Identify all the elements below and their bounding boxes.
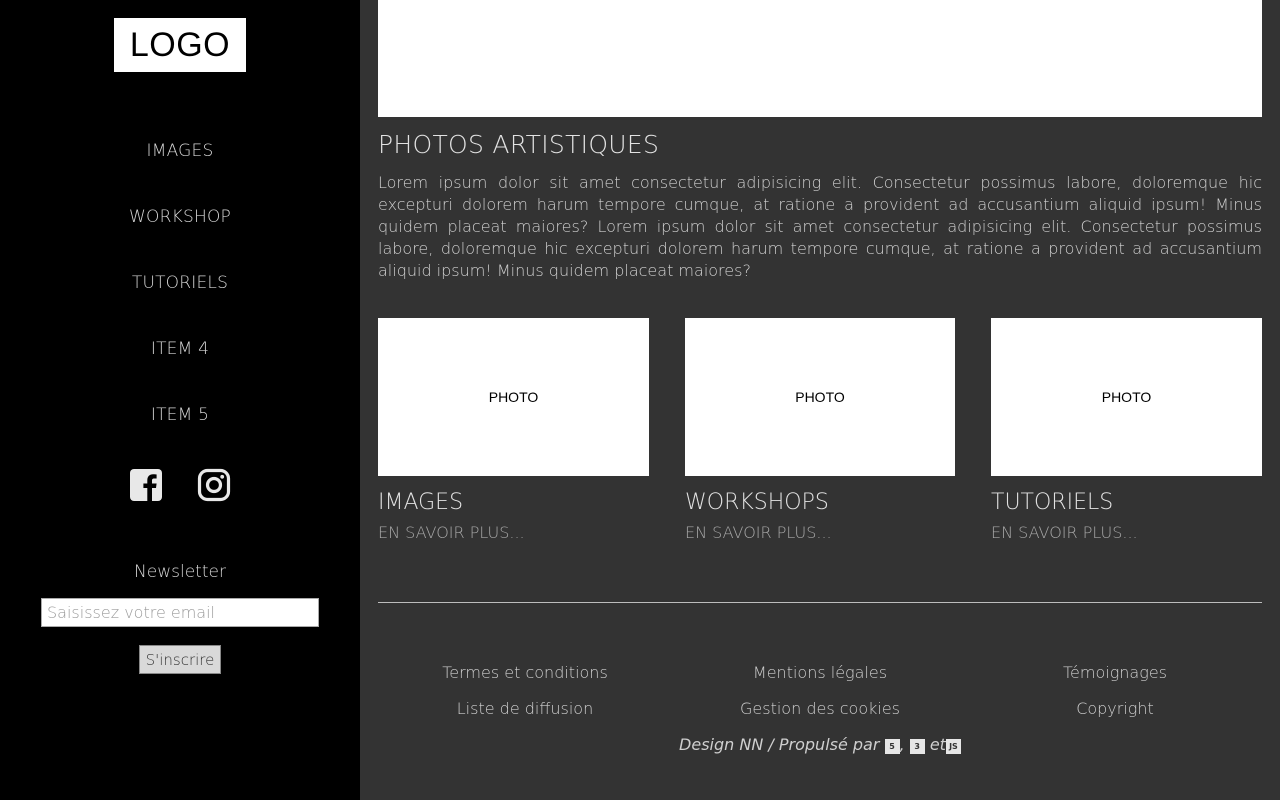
- card-title: TUTORIELS: [991, 490, 1114, 515]
- logo[interactable]: LOGO: [114, 18, 246, 72]
- page-title: PHOTOS ARTISTIQUES: [378, 130, 660, 159]
- nav-item-4[interactable]: ITEM 4: [0, 339, 360, 359]
- card-read-more-link[interactable]: EN SAVOIR PLUS...: [378, 523, 525, 542]
- card-read-more-link[interactable]: EN SAVOIR PLUS...: [991, 523, 1138, 542]
- card-workshops: PHOTO WORKSHOPS EN SAVOIR PLUS...: [685, 318, 955, 542]
- credits-and: et: [929, 735, 946, 754]
- nav-item-5[interactable]: ITEM 5: [0, 405, 360, 425]
- css3-icon: 3: [909, 739, 925, 754]
- newsletter-label: Newsletter: [134, 562, 226, 582]
- nav-item-workshop[interactable]: WORKSHOP: [0, 207, 360, 227]
- footer-link-testimonials[interactable]: Témoignages: [965, 663, 1265, 682]
- card-title: IMAGES: [378, 490, 464, 515]
- hero-image: [378, 0, 1262, 117]
- footer-link-legal[interactable]: Mentions légales: [670, 663, 970, 682]
- card-tutoriels: PHOTO TUTORIELS EN SAVOIR PLUS...: [991, 318, 1262, 542]
- card-photo[interactable]: PHOTO: [685, 318, 955, 476]
- card-photo[interactable]: PHOTO: [378, 318, 649, 476]
- sidebar: LOGO IMAGES WORKSHOP TUTORIELS ITEM 4 IT…: [0, 0, 360, 800]
- credits-separator: ,: [899, 735, 905, 754]
- facebook-icon[interactable]: [129, 468, 163, 502]
- footer-link-copyright[interactable]: Copyright: [965, 699, 1265, 718]
- card-title: WORKSHOPS: [685, 490, 829, 515]
- nav-item-tutoriels[interactable]: TUTORIELS: [0, 273, 360, 293]
- credits-text: Design NN / Propulsé par: [679, 735, 880, 754]
- subscribe-button[interactable]: S'inscrire: [139, 645, 221, 674]
- card-photo[interactable]: PHOTO: [991, 318, 1262, 476]
- card-images: PHOTO IMAGES EN SAVOIR PLUS...: [378, 318, 649, 542]
- nav-item-images[interactable]: IMAGES: [0, 141, 360, 161]
- intro-paragraph: Lorem ipsum dolor sit amet consectetur a…: [378, 173, 1262, 280]
- footer-link-cookies[interactable]: Gestion des cookies: [670, 699, 970, 718]
- footer-divider: [378, 602, 1262, 603]
- footer-link-terms[interactable]: Termes et conditions: [375, 663, 675, 682]
- instagram-icon[interactable]: [197, 468, 231, 502]
- html5-icon: 5: [884, 739, 900, 754]
- card-read-more-link[interactable]: EN SAVOIR PLUS...: [685, 523, 832, 542]
- newsletter-email-input[interactable]: [41, 598, 319, 627]
- footer-credits: Design NN / Propulsé par 5, 3 et JS: [378, 735, 1262, 754]
- footer-link-mailing-list[interactable]: Liste de diffusion: [375, 699, 675, 718]
- javascript-icon: JS: [945, 739, 961, 754]
